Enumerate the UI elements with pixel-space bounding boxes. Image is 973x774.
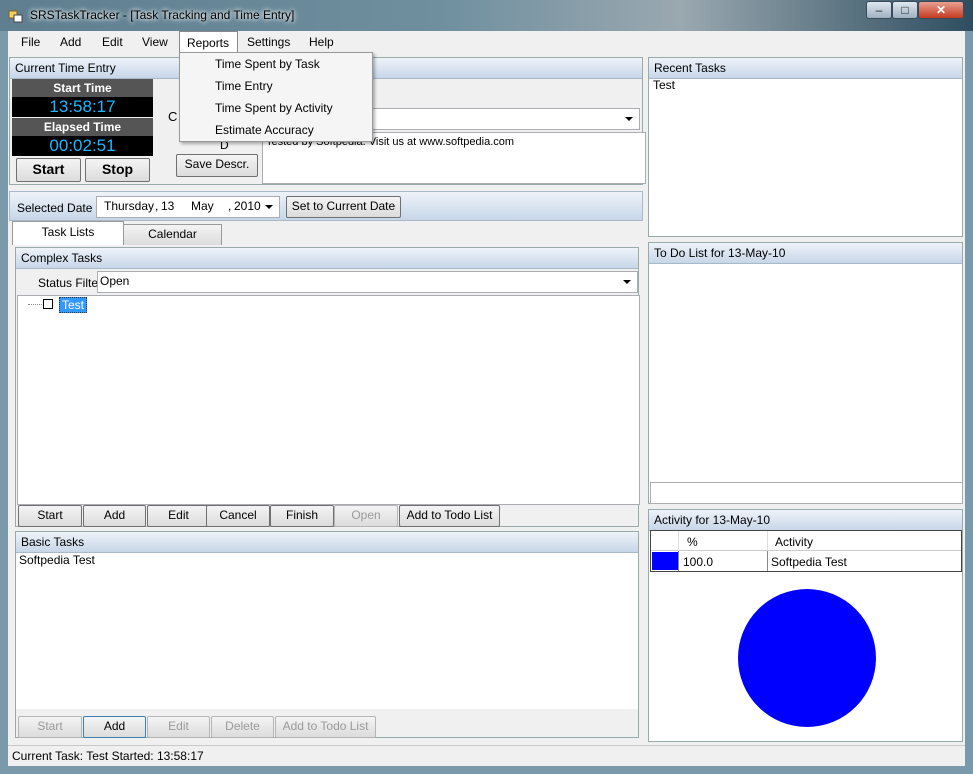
tree-item[interactable]: Test (59, 297, 88, 313)
menu-item-time-entry[interactable]: Time Entry (215, 79, 273, 93)
timer-start-button[interactable]: Start (16, 158, 81, 182)
date-day[interactable]: 13 (161, 199, 174, 213)
complex-edit-button[interactable]: Edit (147, 505, 210, 527)
complex-tasks-tree[interactable]: Test (17, 295, 640, 505)
list-item[interactable]: Test (653, 78, 675, 92)
complex-finish-button[interactable]: Finish (270, 505, 334, 527)
table-row[interactable]: 100.0 Softpedia Test (651, 551, 961, 571)
column-header-activity: Activity (775, 535, 814, 549)
complex-open-button[interactable]: Open (334, 505, 398, 527)
set-current-date-button[interactable]: Set to Current Date (286, 196, 401, 218)
start-time-label: Start Time (12, 79, 153, 97)
menu-item-estimate-accuracy[interactable]: Estimate Accuracy (215, 123, 314, 137)
tree-line (28, 304, 44, 305)
chevron-down-icon[interactable] (623, 280, 631, 284)
todo-panel: To Do List for 13-May-10 (648, 242, 963, 504)
save-description-button[interactable]: Save Descr. (176, 154, 258, 177)
date-day-name[interactable]: Thursday (104, 199, 154, 213)
tab-calendar[interactable]: Calendar (123, 224, 222, 245)
timer-stop-button[interactable]: Stop (85, 158, 150, 182)
menu-item-time-by-activity[interactable]: Time Spent by Activity (215, 101, 333, 115)
color-swatch (652, 552, 678, 570)
basic-tasks-panel: Basic Tasks Softpedia Test Start Add Edi… (15, 531, 639, 738)
selected-date-label: Selected Date (17, 201, 93, 215)
menu-add[interactable]: Add (54, 31, 87, 53)
complex-cancel-button[interactable]: Cancel (206, 505, 270, 527)
calendar-dropdown-icon[interactable] (265, 205, 273, 209)
close-button[interactable]: ✕ (918, 1, 964, 19)
tab-task-lists[interactable]: Task Lists (12, 221, 124, 245)
window-title: SRSTaskTracker - [Task Tracking and Time… (30, 8, 295, 22)
recent-tasks-header: Recent Tasks (649, 58, 962, 79)
status-filter-label: Status Filter (38, 276, 103, 290)
menu-bar: File Add Edit View Reports Settings Help (8, 31, 965, 53)
list-item[interactable]: Softpedia Test (19, 553, 95, 567)
todo-input[interactable] (650, 482, 963, 504)
elapsed-time-label: Elapsed Time (12, 118, 153, 136)
menu-settings[interactable]: Settings (241, 31, 296, 53)
basic-tasks-list[interactable]: Softpedia Test (16, 553, 638, 709)
date-picker[interactable]: Thursday , 13 May , 2010 (96, 196, 280, 218)
status-filter-select[interactable]: Open (97, 271, 638, 293)
activity-panel: Activity for 13-May-10 % Activity 100.0 … (648, 509, 963, 742)
minimize-button[interactable]: – (866, 1, 892, 19)
basic-delete-button[interactable]: Delete (211, 716, 274, 738)
menu-help[interactable]: Help (303, 31, 340, 53)
date-year[interactable]: 2010 (234, 199, 261, 213)
activity-percent-cell: 100.0 (683, 555, 714, 569)
complex-start-button[interactable]: Start (18, 505, 82, 527)
basic-add-button[interactable]: Add (83, 716, 146, 738)
pie-slice (738, 589, 876, 727)
complex-add-button[interactable]: Add (83, 505, 146, 527)
app-icon (8, 10, 23, 23)
menu-edit[interactable]: Edit (96, 31, 129, 53)
activity-table-header: % Activity (651, 531, 961, 551)
title-bar[interactable]: SRSTaskTracker - [Task Tracking and Time… (0, 0, 973, 31)
basic-start-button[interactable]: Start (18, 716, 82, 738)
recent-tasks-panel: Recent Tasks Test (648, 57, 963, 237)
activity-pie-chart (738, 589, 876, 727)
date-month[interactable]: May (191, 199, 214, 213)
menu-reports[interactable]: Reports (179, 31, 238, 53)
status-filter-value: Open (100, 274, 130, 288)
elapsed-time-display: 00:02:51 (12, 136, 153, 156)
activity-header: Activity for 13-May-10 (649, 510, 962, 531)
chevron-down-icon[interactable] (625, 117, 633, 121)
complex-tasks-header: Complex Tasks (16, 248, 638, 269)
maximize-button[interactable]: □ (892, 1, 918, 19)
menu-file[interactable]: File (15, 31, 46, 53)
column-header-percent: % (687, 535, 698, 549)
tree-item-checkbox[interactable] (43, 299, 53, 309)
date-bar: Selected Date Thursday , 13 May , 2010 S… (9, 191, 643, 221)
reports-menu: Time Spent by Task Time Entry Time Spent… (179, 52, 373, 142)
basic-add-todo-button[interactable]: Add to Todo List (275, 716, 376, 738)
start-time-display: 13:58:17 (12, 97, 153, 117)
status-bar: Current Task: Test Started: 13:58:17 (8, 745, 965, 766)
menu-item-time-by-task[interactable]: Time Spent by Task (215, 57, 320, 71)
todo-header: To Do List for 13-May-10 (649, 243, 962, 264)
basic-tasks-header: Basic Tasks (16, 532, 638, 553)
complex-add-todo-button[interactable]: Add to Todo List (399, 505, 500, 527)
complex-tasks-panel: Complex Tasks Status Filter Open Test St… (15, 247, 640, 527)
status-text: Current Task: Test Started: 13:58:17 (12, 749, 204, 763)
combo-label: C (168, 109, 178, 124)
activity-table[interactable]: % Activity 100.0 Softpedia Test (650, 530, 962, 572)
basic-edit-button[interactable]: Edit (147, 716, 210, 738)
activity-name-cell: Softpedia Test (771, 555, 847, 569)
menu-view[interactable]: View (136, 31, 174, 53)
